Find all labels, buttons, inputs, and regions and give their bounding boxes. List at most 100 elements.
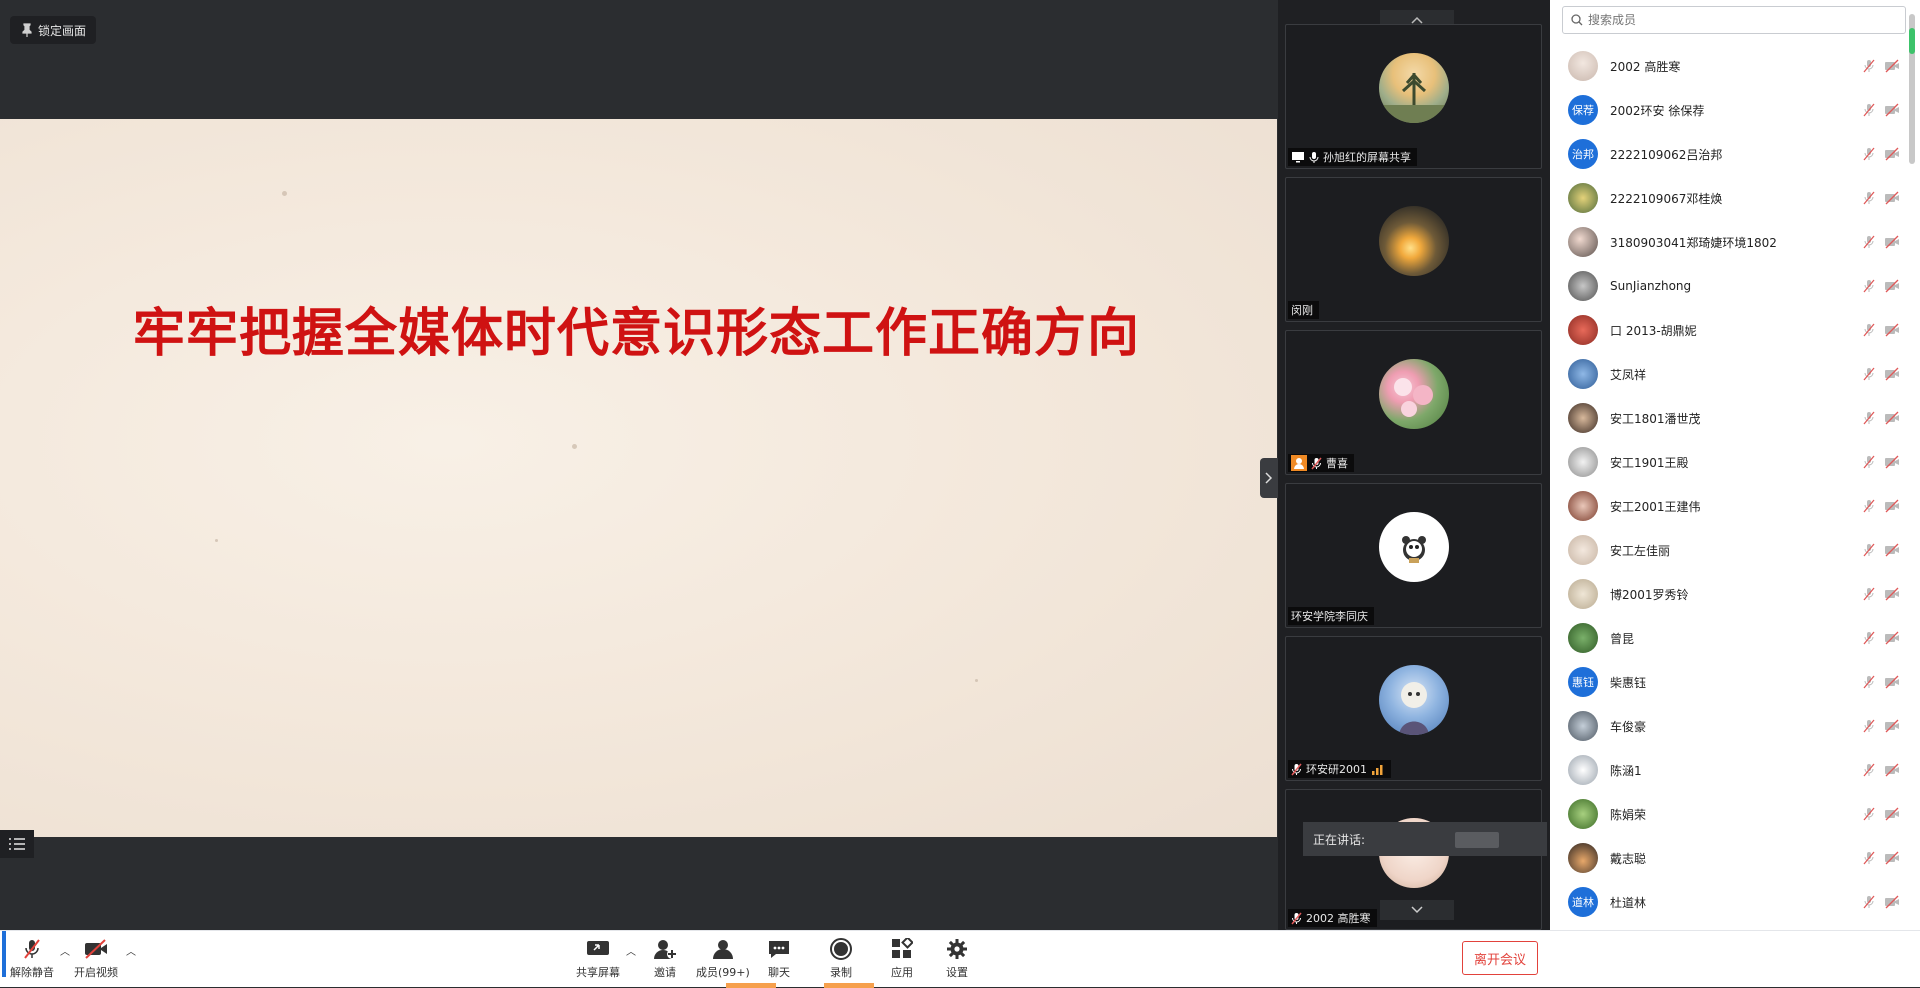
member-name: 车俊豪 <box>1610 719 1647 734</box>
microphone-muted-icon[interactable] <box>1862 499 1876 513</box>
avatar <box>1568 711 1598 741</box>
microphone-muted-icon[interactable] <box>1862 411 1876 425</box>
share-screen-icon <box>587 941 609 955</box>
video-off-icon[interactable] <box>1884 631 1900 645</box>
video-off-icon[interactable] <box>1884 851 1900 865</box>
member-row[interactable]: 治邦 2222109062吕治邦 <box>1550 132 1904 176</box>
microphone-muted-icon[interactable] <box>1862 235 1876 249</box>
video-off-icon <box>85 939 107 959</box>
member-row[interactable]: 曾昆 <box>1550 616 1904 660</box>
member-name: 杜道林 <box>1610 895 1647 910</box>
video-tile[interactable]: 曹喜 <box>1285 330 1542 475</box>
gear-icon <box>947 939 967 959</box>
member-row[interactable]: 2222109067邓桂焕 <box>1550 176 1904 220</box>
video-off-icon[interactable] <box>1884 147 1900 161</box>
microphone-muted-icon[interactable] <box>1862 675 1876 689</box>
avatar <box>1379 53 1449 123</box>
member-row[interactable]: 3180903041郑琦婕环境1802 <box>1550 220 1904 264</box>
microphone-muted-icon[interactable] <box>1862 851 1876 865</box>
video-off-icon[interactable] <box>1884 59 1900 73</box>
video-off-icon[interactable] <box>1884 587 1900 601</box>
microphone-muted-icon[interactable] <box>1862 323 1876 337</box>
microphone-muted-icon[interactable] <box>1862 807 1876 821</box>
video-off-icon[interactable] <box>1884 103 1900 117</box>
video-off-icon[interactable] <box>1884 763 1900 777</box>
member-row[interactable]: 2002 高胜寒 <box>1550 44 1904 88</box>
member-row[interactable]: 道林 杜道林 <box>1550 880 1904 920</box>
start-video-button[interactable]: 开启视频 <box>74 937 118 980</box>
member-row[interactable]: 安工1801潘世茂 <box>1550 396 1904 440</box>
video-off-icon[interactable] <box>1884 719 1900 733</box>
video-options-caret[interactable]: ︿ <box>126 943 136 958</box>
avatar <box>1379 512 1449 582</box>
leave-meeting-button[interactable]: 离开会议 <box>1462 941 1538 975</box>
invite-button[interactable]: 邀请 <box>652 937 678 980</box>
member-row[interactable]: 车俊豪 <box>1550 704 1904 748</box>
microphone-muted-icon[interactable] <box>1862 191 1876 205</box>
layout-list-button[interactable] <box>0 830 34 858</box>
rail-scroll-down-button[interactable] <box>1380 900 1454 920</box>
member-row[interactable]: 安工2001王建伟 <box>1550 484 1904 528</box>
avatar <box>1568 403 1598 433</box>
lock-view-label: 锁定画面 <box>38 23 87 38</box>
lock-view-button[interactable]: 锁定画面 <box>10 16 97 44</box>
audio-options-caret[interactable]: ︿ <box>60 943 70 958</box>
video-tile[interactable]: 孙旭红的屏幕共享 <box>1285 24 1542 169</box>
member-search-box[interactable] <box>1562 6 1906 34</box>
collapse-rail-button[interactable] <box>1260 458 1278 498</box>
chat-button[interactable]: 聊天 <box>766 937 792 980</box>
video-off-icon[interactable] <box>1884 499 1900 513</box>
member-row[interactable]: 惠钰 柴惠钰 <box>1550 660 1904 704</box>
video-off-icon[interactable] <box>1884 279 1900 293</box>
microphone-muted-icon[interactable] <box>1862 455 1876 469</box>
member-row[interactable]: 戴志聪 <box>1550 836 1904 880</box>
member-row[interactable]: 陈娟荣 <box>1550 792 1904 836</box>
member-name: 陈涵1 <box>1610 763 1642 778</box>
share-screen-button[interactable]: 共享屏幕 <box>576 937 620 980</box>
member-row[interactable]: SunJianzhong <box>1550 264 1904 308</box>
video-tile[interactable]: 闵刚 <box>1285 177 1542 322</box>
members-active-indicator <box>726 983 776 988</box>
microphone-muted-icon[interactable] <box>1862 543 1876 557</box>
video-off-icon[interactable] <box>1884 411 1900 425</box>
member-name: 戴志聪 <box>1610 851 1647 866</box>
microphone-muted-icon[interactable] <box>1862 895 1876 909</box>
microphone-muted-icon[interactable] <box>1862 279 1876 293</box>
video-off-icon[interactable] <box>1884 323 1900 337</box>
microphone-muted-icon[interactable] <box>1862 763 1876 777</box>
microphone-muted-icon[interactable] <box>1862 59 1876 73</box>
video-tile[interactable]: 环安学院李同庆 <box>1285 483 1542 628</box>
apps-button[interactable]: 应用 <box>889 937 915 980</box>
member-name: 2222109062吕治邦 <box>1610 147 1723 162</box>
video-tile[interactable]: 环安研2001 <box>1285 636 1542 781</box>
microphone-muted-icon[interactable] <box>1862 631 1876 645</box>
members-button[interactable]: 成员(99+) <box>696 937 750 980</box>
record-button[interactable]: 录制 <box>828 937 854 980</box>
video-off-icon[interactable] <box>1884 367 1900 381</box>
member-row[interactable]: 艾凤祥 <box>1550 352 1904 396</box>
member-row[interactable]: 博2001罗秀铃 <box>1550 572 1904 616</box>
avatar: 保荐 <box>1568 95 1598 125</box>
member-row[interactable]: 口 2013-胡鼎妮 <box>1550 308 1904 352</box>
member-row[interactable]: 保荐 2002环安 徐保荐 <box>1550 88 1904 132</box>
member-list-scrollbar[interactable] <box>1909 14 1915 164</box>
video-off-icon[interactable] <box>1884 807 1900 821</box>
member-search-input[interactable] <box>1588 13 1888 27</box>
member-row[interactable]: 安工1901王殿 <box>1550 440 1904 484</box>
member-row[interactable]: 陈涵1 <box>1550 748 1904 792</box>
microphone-muted-icon[interactable] <box>1862 147 1876 161</box>
microphone-muted-icon[interactable] <box>1862 719 1876 733</box>
settings-button[interactable]: 设置 <box>944 937 970 980</box>
video-off-icon[interactable] <box>1884 543 1900 557</box>
video-off-icon[interactable] <box>1884 235 1900 249</box>
microphone-muted-icon[interactable] <box>1862 587 1876 601</box>
video-off-icon[interactable] <box>1884 675 1900 689</box>
video-off-icon[interactable] <box>1884 455 1900 469</box>
unmute-button[interactable]: 解除静音 <box>10 937 54 980</box>
share-options-caret[interactable]: ︿ <box>626 943 636 958</box>
video-off-icon[interactable] <box>1884 191 1900 205</box>
microphone-muted-icon[interactable] <box>1862 367 1876 381</box>
microphone-muted-icon[interactable] <box>1862 103 1876 117</box>
member-row[interactable]: 安工左佳丽 <box>1550 528 1904 572</box>
video-off-icon[interactable] <box>1884 895 1900 909</box>
